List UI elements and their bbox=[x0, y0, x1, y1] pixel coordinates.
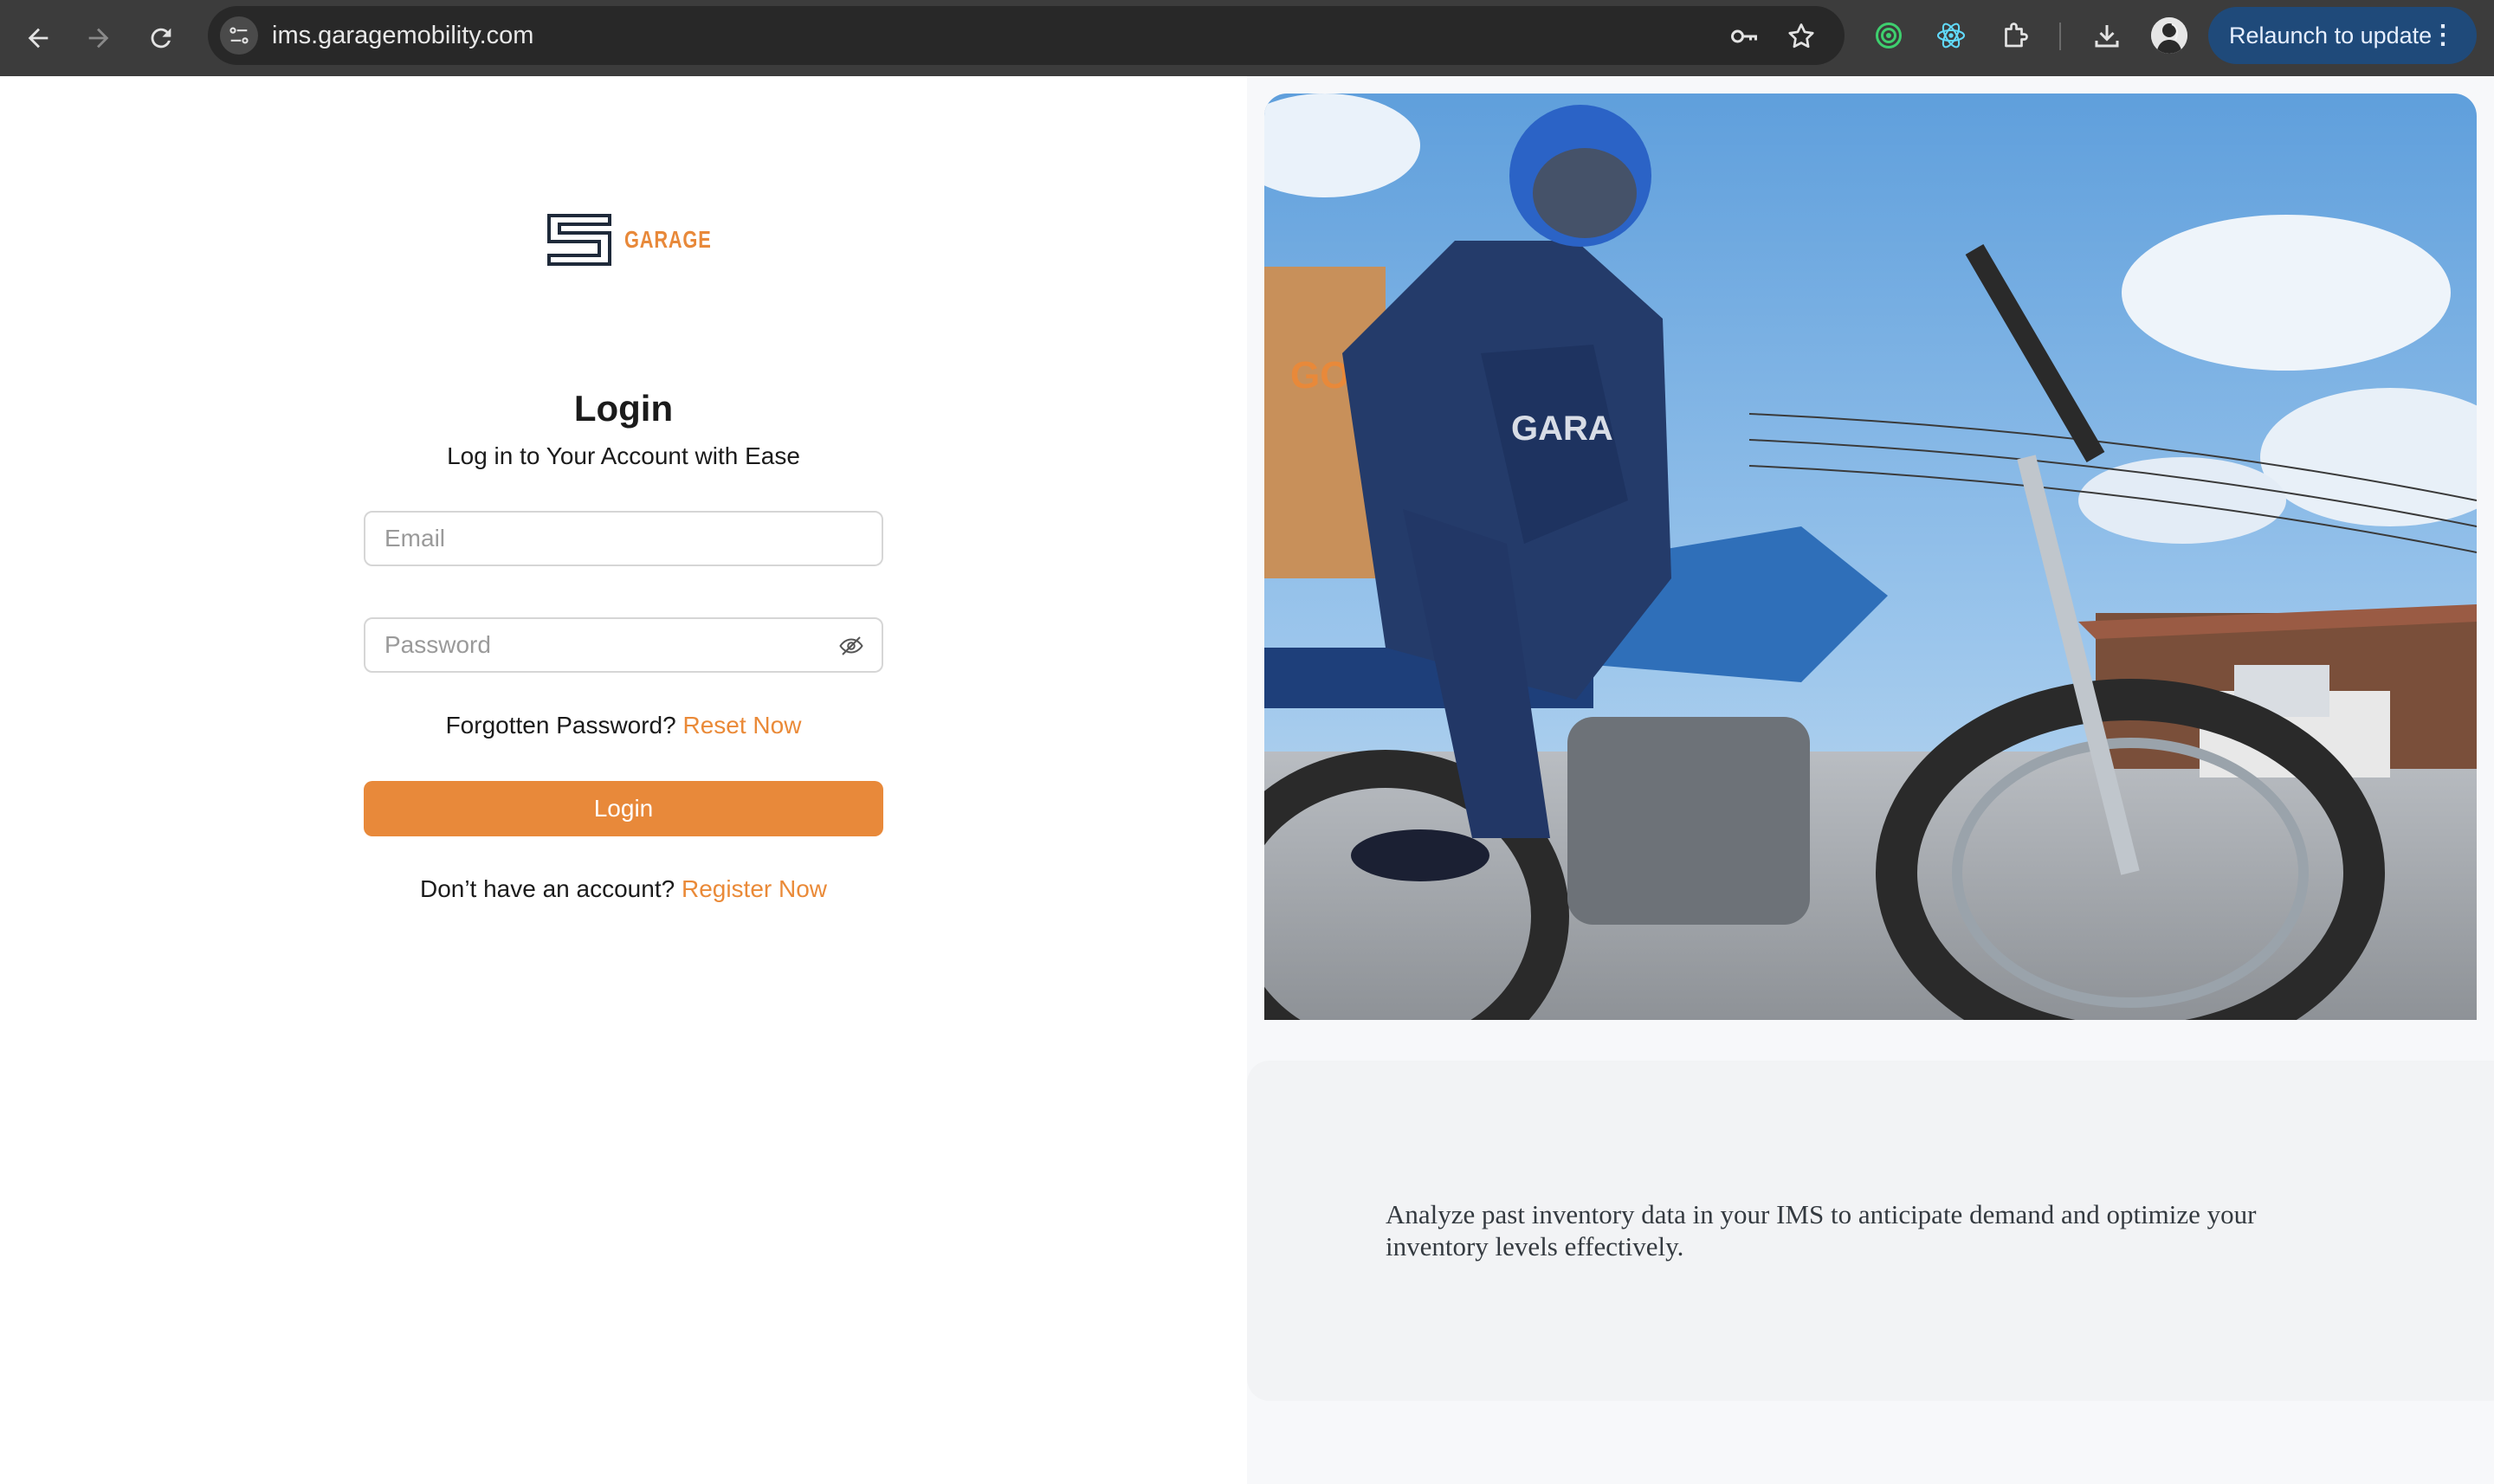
browser-toolbar: ims.garagemobility.com Relaunch to updat… bbox=[0, 0, 2494, 76]
address-bar[interactable]: ims.garagemobility.com bbox=[208, 6, 1845, 65]
site-settings-icon bbox=[229, 27, 249, 44]
garage-logo: GARAGE bbox=[547, 214, 711, 269]
profile-avatar[interactable] bbox=[2151, 17, 2187, 54]
svg-text:GARA: GARA bbox=[1511, 410, 1613, 448]
url-text[interactable]: ims.garagemobility.com bbox=[272, 6, 533, 65]
extensions-puzzle-icon bbox=[2005, 23, 2028, 48]
back-arrow-icon bbox=[28, 28, 48, 48]
site-settings-button[interactable] bbox=[220, 16, 258, 55]
relaunch-label: Relaunch to update bbox=[2229, 23, 2433, 48]
password-field[interactable] bbox=[364, 617, 883, 673]
forgot-password-text: Forgotten Password? bbox=[445, 712, 676, 739]
password-key-icon[interactable] bbox=[1728, 21, 1760, 52]
reload-icon bbox=[151, 28, 171, 48]
reload-button[interactable] bbox=[142, 19, 180, 57]
motorcycle-rider-photo: GO GARA bbox=[1264, 94, 2477, 1020]
toolbar-divider bbox=[2059, 23, 2061, 50]
register-now-link[interactable]: Register Now bbox=[682, 875, 827, 902]
avatar-picture bbox=[2151, 17, 2187, 54]
react-devtools-icon bbox=[1936, 23, 1966, 48]
extension-target-button[interactable] bbox=[1870, 17, 1907, 54]
downloads-button[interactable] bbox=[2089, 17, 2125, 54]
relaunch-button[interactable]: Relaunch to update ⋮ bbox=[2208, 7, 2477, 64]
logo-wordmark: GARAGE bbox=[624, 226, 712, 253]
page-title: Login bbox=[573, 388, 674, 429]
register-row: Don’t have an account? Register Now bbox=[0, 875, 1247, 903]
download-icon bbox=[2095, 25, 2119, 48]
forward-arrow-icon bbox=[88, 28, 109, 48]
password-input[interactable] bbox=[365, 619, 882, 671]
page-subtitle: Log in to Your Account with Ease bbox=[447, 442, 800, 469]
hero-caption: Analyze past inventory data in your IMS … bbox=[1386, 1199, 2257, 1261]
svg-text:GO: GO bbox=[1290, 354, 1349, 397]
eye-slash-icon[interactable] bbox=[838, 633, 864, 659]
forward-button[interactable] bbox=[80, 19, 118, 57]
bookmark-star-icon[interactable] bbox=[1786, 21, 1817, 52]
register-prompt-text: Don’t have an account? bbox=[419, 875, 675, 902]
extensions-button[interactable] bbox=[1997, 17, 2033, 54]
more-vert-icon[interactable]: ⋮ bbox=[2430, 7, 2456, 64]
email-input[interactable] bbox=[365, 513, 882, 565]
email-field[interactable] bbox=[364, 511, 883, 566]
garage-logo-mark bbox=[547, 214, 611, 266]
extension-target-icon bbox=[1876, 23, 1902, 48]
back-button[interactable] bbox=[19, 19, 57, 57]
react-devtools-button[interactable] bbox=[1933, 17, 1969, 54]
hero-image: GO GARA bbox=[1264, 94, 2477, 1020]
reset-now-link[interactable]: Reset Now bbox=[682, 712, 801, 739]
forgot-password-row: Forgotten Password? Reset Now bbox=[0, 712, 1247, 739]
login-button[interactable]: Login bbox=[364, 781, 883, 836]
